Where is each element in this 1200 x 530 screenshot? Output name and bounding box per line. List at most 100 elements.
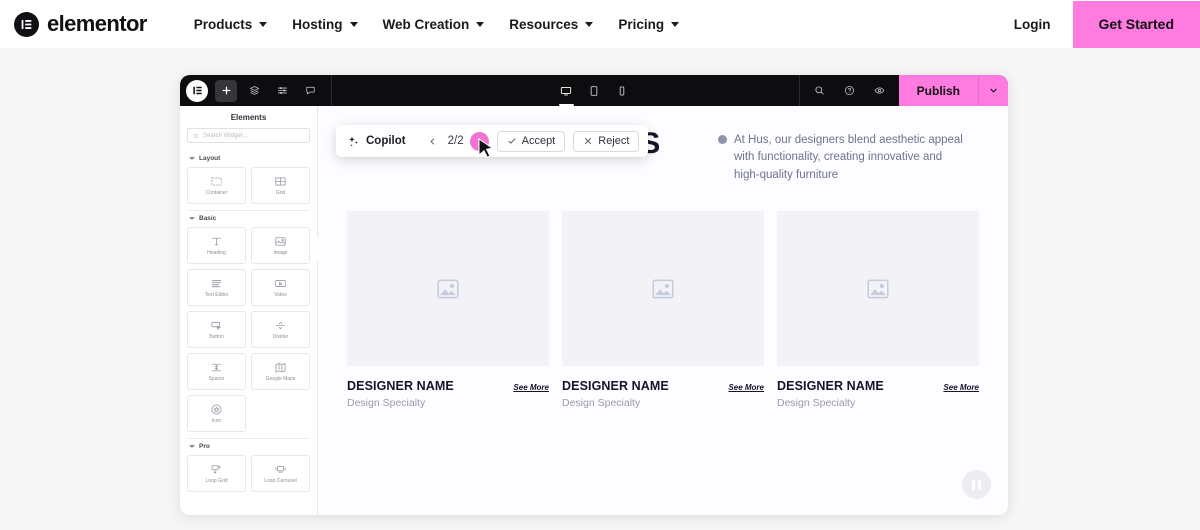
widget-text-editor[interactable]: Text Editor bbox=[187, 269, 246, 306]
widget-loop-grid[interactable]: Loop Grid bbox=[187, 455, 246, 492]
pause-button[interactable] bbox=[962, 470, 991, 499]
widget-image[interactable]: Image bbox=[251, 227, 310, 264]
accept-label: Accept bbox=[521, 135, 556, 147]
copilot-brand: Copilot bbox=[347, 135, 406, 148]
eye-icon[interactable] bbox=[869, 80, 891, 102]
nav-item-pricing[interactable]: Pricing bbox=[618, 16, 680, 32]
designer-card[interactable]: DESIGNER NAME See More Design Specialty bbox=[777, 211, 979, 409]
login-link[interactable]: Login bbox=[1014, 17, 1051, 32]
copilot-label: Copilot bbox=[366, 135, 406, 147]
widget-video[interactable]: Video bbox=[251, 269, 310, 306]
widget-heading[interactable]: Heading bbox=[187, 227, 246, 264]
card-image-placeholder[interactable] bbox=[777, 211, 979, 367]
chevron-right-icon bbox=[477, 137, 482, 145]
widget-divider[interactable]: Divider bbox=[251, 311, 310, 348]
chevron-down-icon bbox=[671, 21, 680, 27]
comment-bubble-icon[interactable] bbox=[299, 80, 321, 102]
section-label: Layout bbox=[199, 155, 221, 162]
hero-paragraph[interactable]: At Hus, our designers blend aesthetic ap… bbox=[734, 132, 970, 184]
widget-loop-carousel[interactable]: Loop Carousel bbox=[251, 455, 310, 492]
publish-dropdown-button[interactable] bbox=[978, 75, 1008, 106]
spacer-icon bbox=[210, 361, 223, 374]
widget-label: Loop Carousel bbox=[264, 478, 297, 484]
see-more-link[interactable]: See More bbox=[513, 383, 549, 392]
image-placeholder-icon bbox=[867, 279, 889, 299]
designer-name: DESIGNER NAME bbox=[347, 379, 454, 394]
nav-label: Pricing bbox=[618, 16, 665, 32]
widget-icon[interactable]: Icon bbox=[187, 395, 246, 432]
get-started-button[interactable]: Get Started bbox=[1072, 0, 1200, 48]
sliders-icon[interactable] bbox=[271, 80, 293, 102]
sparkle-icon bbox=[349, 136, 358, 146]
widget-label: Loop Grid bbox=[205, 478, 228, 484]
device-tablet-button[interactable] bbox=[584, 75, 605, 106]
plus-icon[interactable] bbox=[215, 79, 237, 102]
copilot-prev-button[interactable] bbox=[423, 132, 442, 151]
copilot-accept-button[interactable]: Accept bbox=[496, 130, 566, 152]
editor-body: Elements Search Widget... Layout Contain… bbox=[180, 106, 1008, 515]
widget-label: Heading bbox=[207, 250, 226, 256]
section-header-pro[interactable]: Pro bbox=[187, 438, 310, 455]
widget-grid-basic: Heading Image Text Editor Video Button D… bbox=[187, 227, 310, 438]
widget-grid[interactable]: Grid bbox=[251, 167, 310, 204]
widget-label: Grid bbox=[275, 190, 286, 196]
reject-label: Reject bbox=[598, 135, 630, 147]
nav-label: Resources bbox=[509, 16, 579, 32]
widget-label: Text Editor bbox=[204, 292, 229, 298]
chevron-down-icon bbox=[476, 21, 485, 27]
question-circle-icon[interactable] bbox=[839, 80, 861, 102]
nav-item-hosting[interactable]: Hosting bbox=[292, 17, 358, 32]
widget-label: Google Maps bbox=[265, 376, 296, 382]
widget-label: Video bbox=[274, 292, 287, 298]
designer-cards: DESIGNER NAME See More Design Specialty bbox=[318, 184, 1008, 409]
brand-name: elementor bbox=[47, 11, 147, 36]
elementor-logo-icon[interactable] bbox=[186, 79, 208, 102]
section-header-basic[interactable]: Basic bbox=[187, 210, 310, 227]
container-icon bbox=[210, 175, 223, 188]
copilot-reject-button[interactable]: Reject bbox=[573, 130, 640, 152]
search-widget-input[interactable]: Search Widget... bbox=[187, 128, 310, 143]
widget-container[interactable]: Container bbox=[187, 167, 246, 204]
designer-name: DESIGNER NAME bbox=[562, 379, 669, 394]
chevron-down-icon bbox=[259, 21, 268, 27]
button-icon bbox=[210, 319, 223, 332]
publish-button[interactable]: Publish bbox=[898, 75, 978, 106]
search-icon[interactable] bbox=[809, 80, 831, 102]
topbar-right-group: Publish bbox=[798, 75, 1008, 106]
nav-label: Web Creation bbox=[382, 16, 470, 32]
widget-google-maps[interactable]: Google Maps bbox=[251, 353, 310, 390]
widget-label: Divider bbox=[272, 334, 289, 340]
widget-button[interactable]: Button bbox=[187, 311, 246, 348]
close-x-icon bbox=[585, 138, 592, 144]
designer-card[interactable]: DESIGNER NAME See More Design Specialty bbox=[347, 211, 549, 409]
copilot-toolbar: Copilot 2/2 Accept Reject bbox=[336, 125, 649, 158]
chevron-down-icon bbox=[585, 21, 594, 27]
card-image-placeholder[interactable] bbox=[347, 211, 549, 367]
editor-topbar: Publish bbox=[180, 75, 1008, 106]
topbar-divider bbox=[798, 75, 800, 106]
see-more-link[interactable]: See More bbox=[728, 383, 764, 392]
section-header-layout[interactable]: Layout bbox=[187, 151, 310, 167]
widget-grid-pro: Loop Grid Loop Carousel bbox=[187, 455, 310, 498]
layers-icon[interactable] bbox=[243, 80, 265, 102]
see-more-link[interactable]: See More bbox=[943, 383, 979, 392]
topbar-divider bbox=[331, 75, 332, 106]
chevron-down-icon bbox=[189, 217, 195, 220]
designer-card[interactable]: DESIGNER NAME See More Design Specialty bbox=[562, 211, 764, 409]
nav-item-resources[interactable]: Resources bbox=[509, 16, 594, 32]
search-icon bbox=[193, 133, 199, 138]
copilot-nav: 2/2 bbox=[423, 131, 489, 151]
nav-item-web-creation[interactable]: Web Creation bbox=[383, 17, 485, 32]
device-desktop-button[interactable] bbox=[556, 75, 577, 106]
divider-icon bbox=[274, 319, 287, 332]
brand-logo[interactable]: elementor bbox=[14, 11, 147, 37]
copilot-next-button[interactable] bbox=[469, 131, 489, 151]
section-label: Basic bbox=[199, 215, 217, 222]
nav-item-products[interactable]: Products bbox=[194, 17, 268, 32]
widget-spacer[interactable]: Spacer bbox=[187, 353, 246, 390]
card-image-placeholder[interactable] bbox=[562, 211, 764, 367]
image-placeholder-icon bbox=[652, 279, 674, 299]
device-mobile-button[interactable] bbox=[612, 75, 633, 106]
widget-label: Image bbox=[273, 250, 288, 256]
hero-paragraph-block: At Hus, our designers blend aesthetic ap… bbox=[718, 128, 970, 184]
